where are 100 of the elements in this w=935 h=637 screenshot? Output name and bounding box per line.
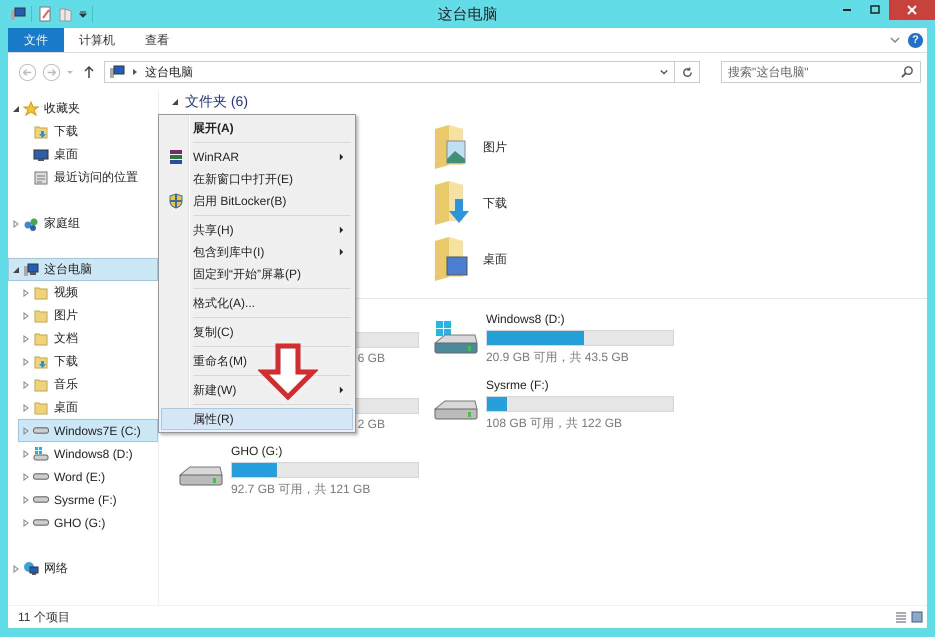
search-icon[interactable]	[901, 65, 914, 78]
address-bar[interactable]: 这台电脑	[104, 61, 700, 83]
nav-item[interactable]: 桌面	[18, 396, 158, 419]
nav-item[interactable]: 这台电脑	[8, 258, 158, 281]
folder-icon	[33, 400, 49, 416]
nav-item[interactable]: Windows8 (D:)	[18, 442, 158, 465]
recent-places-icon	[33, 170, 49, 186]
breadcrumb-arrow-icon[interactable]	[131, 68, 139, 76]
menu-item[interactable]: 包含到库中(I)	[161, 241, 353, 263]
shield-icon	[168, 193, 184, 209]
group-header[interactable]: 文件夹 (6)	[185, 93, 248, 111]
details-view-icon[interactable]	[895, 611, 907, 623]
expand-arrow-icon[interactable]	[22, 518, 30, 526]
monitor-icon	[33, 146, 49, 162]
menu-item[interactable]: 属性(R)	[161, 408, 353, 430]
ribbon-tab[interactable]: 文件	[8, 28, 64, 52]
expand-arrow-icon[interactable]	[22, 450, 30, 458]
computer-icon[interactable]	[10, 6, 26, 22]
nav-item[interactable]: 网络	[8, 557, 158, 580]
ribbon-tab[interactable]: 查看	[130, 28, 184, 52]
nav-item[interactable]: 下载	[18, 350, 158, 373]
expand-arrow-icon[interactable]	[22, 288, 30, 296]
address-dropdown-icon[interactable]	[660, 68, 668, 76]
menu-item[interactable]: 启用 BitLocker(B)	[161, 190, 353, 212]
nav-item[interactable]: Windows7E (C:)	[18, 419, 158, 442]
drive-icon	[33, 519, 49, 526]
download-folder-icon	[33, 124, 49, 140]
folder-icon	[33, 376, 49, 392]
menu-item[interactable]: 重命名(M)	[161, 350, 353, 372]
large-icons-view-icon[interactable]	[911, 611, 923, 623]
nav-item[interactable]: 音乐	[18, 373, 158, 396]
folder-icon	[33, 308, 49, 324]
menu-item[interactable]: WinRAR	[161, 146, 353, 168]
expand-arrow-icon[interactable]	[22, 404, 30, 412]
expand-arrow-icon[interactable]	[22, 380, 30, 388]
nav-item[interactable]: 最近访问的位置	[18, 166, 158, 189]
menu-item[interactable]: 共享(H)	[161, 219, 353, 241]
item-count: 11 个项目	[18, 608, 70, 626]
menu-item[interactable]: 固定到“开始”屏幕(P)	[161, 263, 353, 285]
submenu-arrow-icon	[339, 386, 344, 394]
expand-arrow-icon[interactable]	[22, 358, 30, 366]
collapse-arrow-icon[interactable]	[12, 266, 20, 274]
windows-drive-icon	[33, 446, 49, 462]
nav-item[interactable]: 桌面	[18, 143, 158, 166]
computer-icon	[23, 262, 39, 278]
homegroup-icon	[23, 216, 39, 232]
expand-arrow-icon[interactable]	[22, 312, 30, 320]
expand-arrow-icon[interactable]	[22, 496, 30, 504]
properties-icon[interactable]	[37, 6, 53, 22]
menu-item[interactable]: 在新窗口中打开(E)	[161, 168, 353, 190]
submenu-arrow-icon	[339, 248, 344, 256]
refresh-icon[interactable]	[681, 66, 694, 78]
minimize-icon	[842, 9, 852, 11]
menu-item[interactable]: 新建(W)	[161, 379, 353, 401]
nav-item[interactable]: 下载	[18, 120, 158, 143]
drive-name[interactable]: GHO (G:)	[231, 444, 419, 459]
nav-item[interactable]: 家庭组	[8, 212, 158, 235]
menu-item[interactable]: 复制(C)	[161, 321, 353, 343]
capacity-text: 2 GB	[358, 416, 385, 430]
nav-item[interactable]: Sysrme (F:)	[18, 488, 158, 511]
drive-name[interactable]: Windows8 (D:)	[486, 312, 674, 327]
collapse-arrow-icon[interactable]	[171, 98, 179, 106]
collapse-arrow-icon[interactable]	[12, 104, 20, 112]
expand-arrow-icon[interactable]	[12, 220, 20, 228]
window-title: 这台电脑	[438, 4, 498, 24]
capacity-text: 92.7 GB 可用，共 121 GB	[231, 481, 372, 498]
drive-icon	[33, 496, 49, 503]
capacity-text: 108 GB 可用，共 122 GB	[486, 415, 624, 432]
search-field[interactable]: 搜索"这台电脑"	[721, 61, 921, 83]
expand-arrow-icon[interactable]	[22, 426, 30, 434]
menu-item[interactable]: 展开(A)	[161, 117, 353, 139]
expand-arrow-icon[interactable]	[22, 334, 30, 342]
nav-item[interactable]: Word (E:)	[18, 465, 158, 488]
up-arrow-icon[interactable]	[83, 65, 95, 79]
close-button[interactable]	[889, 0, 935, 20]
dropdown-caret-icon[interactable]	[79, 10, 87, 18]
nav-item[interactable]: GHO (G:)	[18, 511, 158, 534]
help-button[interactable]: ?	[908, 32, 923, 48]
nav-item[interactable]: 收藏夹	[8, 97, 158, 120]
folder-name[interactable]: 下载	[483, 194, 507, 212]
folder-name[interactable]: 桌面	[483, 250, 507, 268]
expand-arrow-icon[interactable]	[22, 472, 30, 480]
capacity-text: 6 GB	[358, 350, 385, 364]
folder-name[interactable]: 图片	[483, 138, 507, 156]
nav-item[interactable]: 图片	[18, 304, 158, 327]
new-folder-icon[interactable]	[58, 6, 74, 22]
drive-icon	[33, 473, 49, 480]
menu-item[interactable]: 格式化(A)...	[161, 292, 353, 314]
expand-arrow-icon[interactable]	[12, 564, 20, 572]
nav-item[interactable]: 文档	[18, 327, 158, 350]
ribbon-tab[interactable]: 计算机	[64, 28, 130, 52]
annotation-arrow	[258, 343, 318, 401]
expand-ribbon-icon[interactable]	[890, 35, 900, 45]
folder-icon	[33, 330, 49, 346]
books-icon	[168, 149, 184, 165]
nav-item[interactable]: 视频	[18, 281, 158, 304]
download-folder-icon	[33, 354, 49, 370]
drive-name[interactable]: Sysrme (F:)	[486, 378, 674, 393]
maximize-icon	[870, 5, 880, 15]
close-icon	[907, 5, 917, 15]
